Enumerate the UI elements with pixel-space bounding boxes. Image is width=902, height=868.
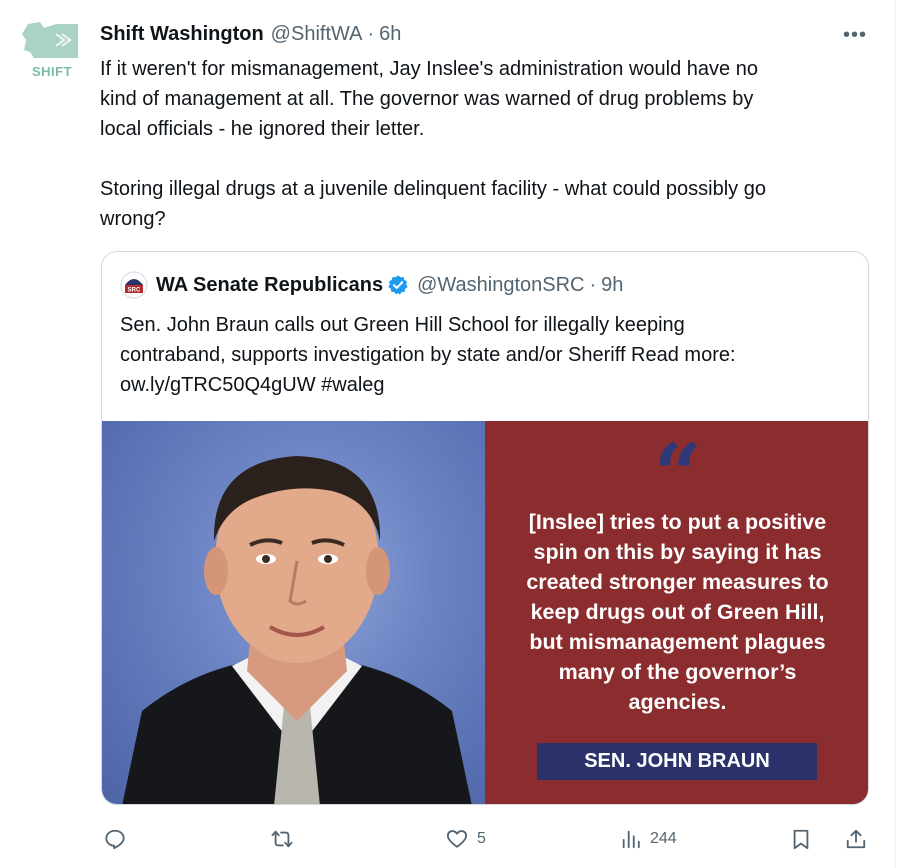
bookmark-button[interactable] [790, 824, 812, 854]
quoted-tweet[interactable]: SRC WA Senate Republicans @WashingtonSRC… [101, 251, 869, 805]
views-button[interactable]: 244 [620, 824, 677, 854]
quoted-text-line[interactable]: ow.ly/gTRC50Q4gUW #waleg [120, 370, 840, 400]
separator: · [589, 273, 597, 296]
avatar-label: SHIFT [32, 64, 73, 79]
avatar[interactable]: SHIFT [20, 20, 84, 82]
views-chart-icon [622, 830, 640, 849]
timestamp[interactable]: 6h [379, 23, 401, 46]
share-icon [846, 829, 866, 849]
graphic-quote-line: spin on this by saying it has [533, 540, 822, 564]
quoted-text-line: contraband, supports investigation by st… [120, 344, 736, 366]
graphic-quote-line: created stronger measures to [526, 570, 829, 594]
author-handle[interactable]: @ShiftWA [271, 23, 363, 46]
verified-badge-icon [388, 275, 408, 295]
quoted-avatar-label: SRC [128, 288, 141, 294]
portrait-illustration [122, 456, 472, 804]
column-divider [895, 0, 896, 868]
quoted-avatar[interactable]: SRC [120, 271, 148, 299]
tweet-text: If it weren't for mismanagement, Jay Ins… [100, 54, 880, 234]
graphic-quote-line: [Inslee] tries to put a positive [528, 510, 827, 534]
quoted-author-name[interactable]: WA Senate Republicans [156, 274, 383, 297]
quoted-author-handle[interactable]: @WashingtonSRC [417, 274, 584, 297]
graphic-quote-text: [Inslee] tries to put a positive spin on… [497, 507, 858, 717]
tweet-text-line: kind of management at all. The governor … [100, 88, 754, 110]
like-button[interactable]: 5 [445, 824, 486, 854]
portrait-photo [102, 421, 485, 804]
separator: · [367, 22, 375, 45]
tweet-text-line: local officials - he ignored their lette… [100, 118, 425, 140]
attribution-box: SEN. JOHN BRAUN [537, 743, 817, 780]
quote-mark-icon: “ [653, 425, 702, 524]
reply-icon [105, 829, 125, 850]
quoted-tweet-header: SRC WA Senate Republicans @WashingtonSRC… [120, 271, 623, 299]
tweet-text-line: wrong? [100, 208, 166, 230]
like-count: 5 [477, 830, 486, 847]
author-name[interactable]: Shift Washington [100, 23, 264, 46]
bookmark-icon [793, 829, 809, 850]
reply-button[interactable] [104, 824, 134, 854]
tweet-text-line: If it weren't for mismanagement, Jay Ins… [100, 58, 758, 80]
quote-graphic-panel: “ [Inslee] tries to put a positive spin … [485, 421, 868, 804]
quoted-tweet-text: Sen. John Braun calls out Green Hill Sch… [120, 310, 840, 400]
washington-map-icon [22, 22, 78, 58]
graphic-quote-line: agencies. [628, 690, 727, 714]
graphic-quote-line: but mismanagement plagues [529, 630, 826, 654]
retweet-icon [271, 830, 293, 848]
graphic-quote-line: keep drugs out of Green Hill, [530, 600, 825, 624]
tweet-text-line: Storing illegal drugs at a juvenile deli… [100, 178, 766, 200]
quoted-media-image[interactable]: “ [Inslee] tries to put a positive spin … [102, 421, 868, 804]
share-button[interactable] [845, 824, 867, 854]
retweet-button[interactable] [270, 824, 302, 854]
action-bar: 5 244 [100, 824, 880, 854]
senate-republicans-logo-icon: SRC [120, 271, 148, 299]
quoted-text-line: Sen. John Braun calls out Green Hill Sch… [120, 314, 685, 336]
more-options-icon[interactable]: ••• [840, 20, 870, 50]
quoted-timestamp[interactable]: 9h [601, 274, 623, 297]
tweet-header: Shift Washington @ShiftWA · 6h [100, 22, 401, 46]
graphic-quote-line: many of the governor’s [558, 660, 797, 684]
tweet[interactable]: SHIFT Shift Washington @ShiftWA · 6h •••… [0, 0, 902, 868]
views-count: 244 [650, 830, 677, 847]
heart-icon [446, 830, 468, 848]
